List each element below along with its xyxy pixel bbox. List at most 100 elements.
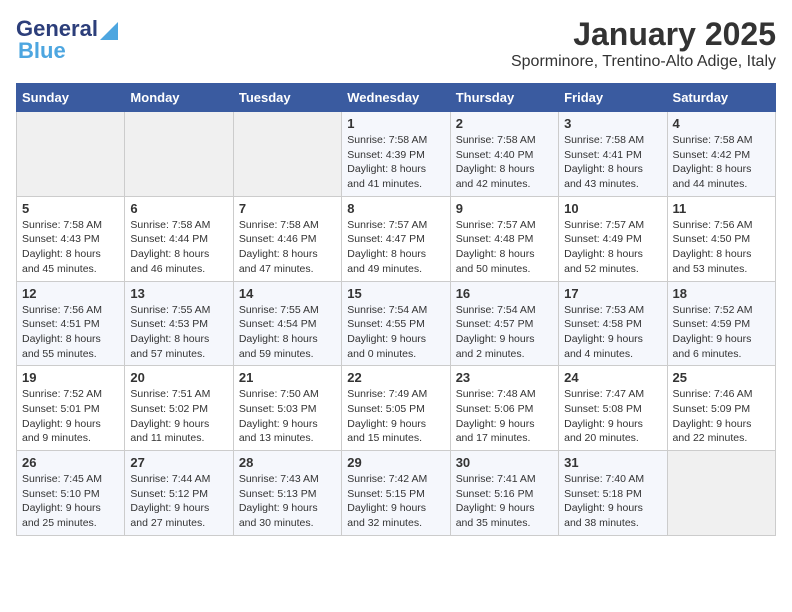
cell-info: Sunrise: 7:52 AM Sunset: 4:59 PM Dayligh… — [673, 303, 770, 362]
day-number: 22 — [347, 370, 444, 385]
calendar-cell: 3 Sunrise: 7:58 AM Sunset: 4:41 PM Daylig… — [559, 112, 667, 197]
cell-info: Sunrise: 7:46 AM Sunset: 5:09 PM Dayligh… — [673, 387, 770, 446]
day-number: 15 — [347, 286, 444, 301]
calendar-cell: 16 Sunrise: 7:54 AM Sunset: 4:57 PM Dayli… — [450, 281, 558, 366]
cell-info: Sunrise: 7:54 AM Sunset: 4:57 PM Dayligh… — [456, 303, 553, 362]
day-number: 5 — [22, 201, 119, 216]
cell-info: Sunrise: 7:43 AM Sunset: 5:13 PM Dayligh… — [239, 472, 336, 531]
cell-info: Sunrise: 7:57 AM Sunset: 4:48 PM Dayligh… — [456, 218, 553, 277]
calendar-cell: 31Sunrise: 7:40 AM Sunset: 5:18 PM Dayli… — [559, 451, 667, 536]
cell-info: Sunrise: 7:55 AM Sunset: 4:53 PM Dayligh… — [130, 303, 227, 362]
weekday-header-row: SundayMondayTuesdayWednesdayThursdayFrid… — [17, 84, 776, 112]
cell-info: Sunrise: 7:58 AM Sunset: 4:42 PM Dayligh… — [673, 133, 770, 192]
calendar-cell: 11Sunrise: 7:56 AM Sunset: 4:50 PM Dayli… — [667, 196, 775, 281]
calendar-cell: 4 Sunrise: 7:58 AM Sunset: 4:42 PM Daylig… — [667, 112, 775, 197]
cell-info: Sunrise: 7:51 AM Sunset: 5:02 PM Dayligh… — [130, 387, 227, 446]
cell-info: Sunrise: 7:56 AM Sunset: 4:50 PM Dayligh… — [673, 218, 770, 277]
day-number: 1 — [347, 116, 444, 131]
day-number: 12 — [22, 286, 119, 301]
cell-info: Sunrise: 7:47 AM Sunset: 5:08 PM Dayligh… — [564, 387, 661, 446]
cell-info: Sunrise: 7:56 AM Sunset: 4:51 PM Dayligh… — [22, 303, 119, 362]
weekday-header-monday: Monday — [125, 84, 233, 112]
cell-info: Sunrise: 7:40 AM Sunset: 5:18 PM Dayligh… — [564, 472, 661, 531]
calendar-cell: 14Sunrise: 7:55 AM Sunset: 4:54 PM Dayli… — [233, 281, 341, 366]
week-row-1: 1Sunrise: 7:58 AM Sunset: 4:39 PM Daylig… — [17, 112, 776, 197]
cell-info: Sunrise: 7:57 AM Sunset: 4:49 PM Dayligh… — [564, 218, 661, 277]
calendar-cell: 28 Sunrise: 7:43 AM Sunset: 5:13 PM Dayli… — [233, 451, 341, 536]
calendar-cell: 5Sunrise: 7:58 AM Sunset: 4:43 PM Daylig… — [17, 196, 125, 281]
calendar-cell: 19Sunrise: 7:52 AM Sunset: 5:01 PM Dayli… — [17, 366, 125, 451]
cell-info: Sunrise: 7:50 AM Sunset: 5:03 PM Dayligh… — [239, 387, 336, 446]
logo-general: General — [16, 16, 98, 42]
day-number: 14 — [239, 286, 336, 301]
calendar-cell: 20Sunrise: 7:51 AM Sunset: 5:02 PM Dayli… — [125, 366, 233, 451]
day-number: 29 — [347, 455, 444, 470]
calendar-cell: 27 Sunrise: 7:44 AM Sunset: 5:12 PM Dayli… — [125, 451, 233, 536]
day-number: 13 — [130, 286, 227, 301]
day-number: 28 — [239, 455, 336, 470]
day-number: 18 — [673, 286, 770, 301]
month-title: January 2025 — [511, 16, 776, 53]
day-number: 4 — [673, 116, 770, 131]
calendar-cell: 21 Sunrise: 7:50 AM Sunset: 5:03 PM Dayli… — [233, 366, 341, 451]
cell-info: Sunrise: 7:44 AM Sunset: 5:12 PM Dayligh… — [130, 472, 227, 531]
day-number: 30 — [456, 455, 553, 470]
cell-info: Sunrise: 7:48 AM Sunset: 5:06 PM Dayligh… — [456, 387, 553, 446]
day-number: 25 — [673, 370, 770, 385]
logo: General Blue — [16, 16, 118, 64]
calendar-cell: 13 Sunrise: 7:55 AM Sunset: 4:53 PM Dayli… — [125, 281, 233, 366]
day-number: 7 — [239, 201, 336, 216]
calendar-cell: 10 Sunrise: 7:57 AM Sunset: 4:49 PM Dayli… — [559, 196, 667, 281]
calendar-cell: 29 Sunrise: 7:42 AM Sunset: 5:15 PM Dayli… — [342, 451, 450, 536]
cell-info: Sunrise: 7:57 AM Sunset: 4:47 PM Dayligh… — [347, 218, 444, 277]
calendar-cell: 8 Sunrise: 7:57 AM Sunset: 4:47 PM Daylig… — [342, 196, 450, 281]
day-number: 10 — [564, 201, 661, 216]
logo-triangle-icon — [100, 22, 118, 40]
calendar-cell: 25 Sunrise: 7:46 AM Sunset: 5:09 PM Dayli… — [667, 366, 775, 451]
weekday-header-friday: Friday — [559, 84, 667, 112]
cell-info: Sunrise: 7:41 AM Sunset: 5:16 PM Dayligh… — [456, 472, 553, 531]
calendar-table: SundayMondayTuesdayWednesdayThursdayFrid… — [16, 83, 776, 536]
cell-info: Sunrise: 7:42 AM Sunset: 5:15 PM Dayligh… — [347, 472, 444, 531]
page-header: General Blue January 2025 Sporminore, Tr… — [16, 16, 776, 71]
calendar-cell: 15Sunrise: 7:54 AM Sunset: 4:55 PM Dayli… — [342, 281, 450, 366]
week-row-3: 12 Sunrise: 7:56 AM Sunset: 4:51 PM Dayli… — [17, 281, 776, 366]
location-title: Sporminore, Trentino-Alto Adige, Italy — [511, 53, 776, 71]
calendar-body: 1Sunrise: 7:58 AM Sunset: 4:39 PM Daylig… — [17, 112, 776, 536]
cell-info: Sunrise: 7:58 AM Sunset: 4:41 PM Dayligh… — [564, 133, 661, 192]
cell-info: Sunrise: 7:58 AM Sunset: 4:40 PM Dayligh… — [456, 133, 553, 192]
week-row-2: 5Sunrise: 7:58 AM Sunset: 4:43 PM Daylig… — [17, 196, 776, 281]
calendar-cell — [233, 112, 341, 197]
weekday-header-saturday: Saturday — [667, 84, 775, 112]
weekday-header-thursday: Thursday — [450, 84, 558, 112]
day-number: 8 — [347, 201, 444, 216]
calendar-cell: 17 Sunrise: 7:53 AM Sunset: 4:58 PM Dayli… — [559, 281, 667, 366]
calendar-cell: 6Sunrise: 7:58 AM Sunset: 4:44 PM Daylig… — [125, 196, 233, 281]
day-number: 21 — [239, 370, 336, 385]
calendar-cell — [125, 112, 233, 197]
calendar-cell: 26 Sunrise: 7:45 AM Sunset: 5:10 PM Dayli… — [17, 451, 125, 536]
day-number: 26 — [22, 455, 119, 470]
calendar-cell: 9 Sunrise: 7:57 AM Sunset: 4:48 PM Daylig… — [450, 196, 558, 281]
day-number: 16 — [456, 286, 553, 301]
cell-info: Sunrise: 7:58 AM Sunset: 4:44 PM Dayligh… — [130, 218, 227, 277]
weekday-header-tuesday: Tuesday — [233, 84, 341, 112]
day-number: 3 — [564, 116, 661, 131]
day-number: 23 — [456, 370, 553, 385]
calendar-cell — [17, 112, 125, 197]
title-block: January 2025 Sporminore, Trentino-Alto A… — [511, 16, 776, 71]
day-number: 9 — [456, 201, 553, 216]
calendar-cell: 2 Sunrise: 7:58 AM Sunset: 4:40 PM Daylig… — [450, 112, 558, 197]
week-row-4: 19Sunrise: 7:52 AM Sunset: 5:01 PM Dayli… — [17, 366, 776, 451]
calendar-cell: 24 Sunrise: 7:47 AM Sunset: 5:08 PM Dayli… — [559, 366, 667, 451]
calendar-cell: 12 Sunrise: 7:56 AM Sunset: 4:51 PM Dayli… — [17, 281, 125, 366]
day-number: 2 — [456, 116, 553, 131]
cell-info: Sunrise: 7:53 AM Sunset: 4:58 PM Dayligh… — [564, 303, 661, 362]
day-number: 24 — [564, 370, 661, 385]
calendar-cell: 22Sunrise: 7:49 AM Sunset: 5:05 PM Dayli… — [342, 366, 450, 451]
cell-info: Sunrise: 7:45 AM Sunset: 5:10 PM Dayligh… — [22, 472, 119, 531]
day-number: 27 — [130, 455, 227, 470]
day-number: 17 — [564, 286, 661, 301]
calendar-cell: 7Sunrise: 7:58 AM Sunset: 4:46 PM Daylig… — [233, 196, 341, 281]
calendar-cell: 23 Sunrise: 7:48 AM Sunset: 5:06 PM Dayli… — [450, 366, 558, 451]
